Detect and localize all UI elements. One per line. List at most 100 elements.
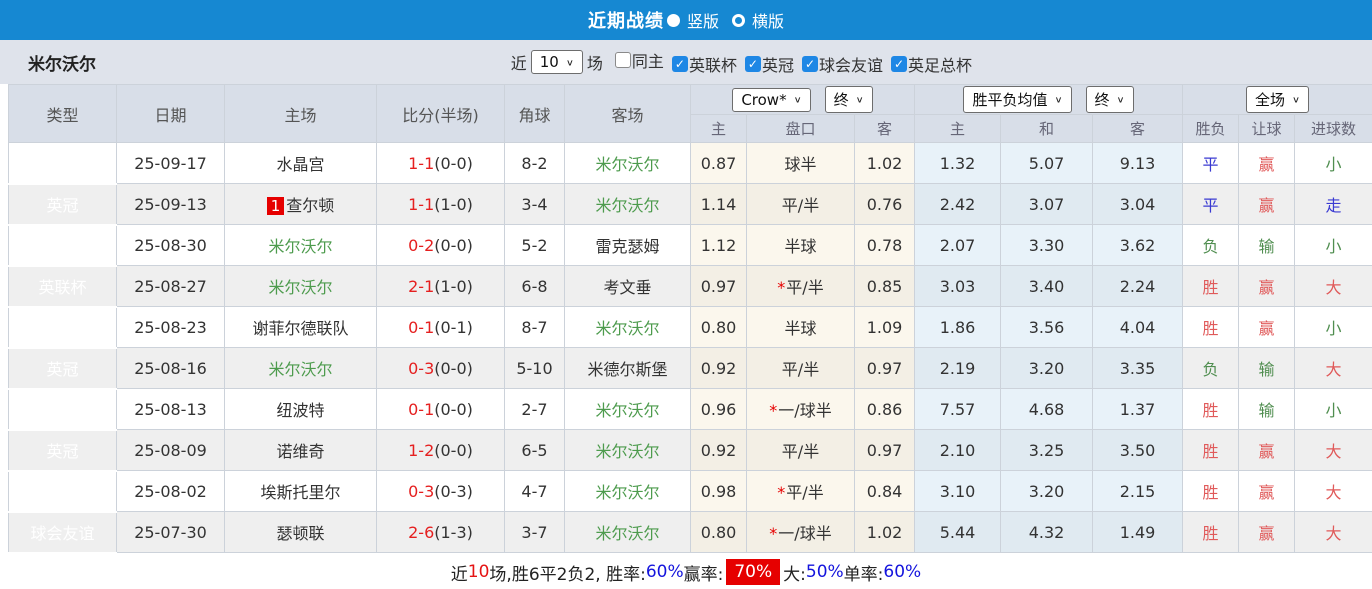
chevron-down-icon: ∨ <box>1292 94 1301 105</box>
footer-stat-segment: 大: <box>783 564 806 585</box>
filter-checkbox-label[interactable]: 英联杯 <box>689 52 737 76</box>
handicap-line-text: 一/球半 <box>778 524 832 543</box>
checkbox-checked-icon[interactable]: ✓ <box>801 56 818 72</box>
corner-score: 5-2 <box>504 224 565 266</box>
chevron-down-icon: ∨ <box>793 94 802 105</box>
avg-source-select[interactable]: 胜平负均值 ∨ <box>963 86 1072 113</box>
result-handicap: 赢 <box>1238 306 1296 348</box>
odds-away: 3.04 <box>1092 183 1184 225</box>
match-row: 英联杯 25-09-17 水晶宫 1-1(0-0) 8-2 米尔沃尔 0.87 球半 1.02 1… <box>8 142 1372 185</box>
avg-source-value: 胜平负均值 <box>972 91 1048 109</box>
result-outcome: 胜 <box>1182 470 1240 512</box>
home-team-name: 米尔沃尔 <box>268 360 333 379</box>
result-handicap: 赢 <box>1238 511 1296 553</box>
home-team: 纽波特 <box>224 388 377 430</box>
horizontal-layout-radio[interactable] <box>732 13 745 27</box>
filter-bar: 米尔沃尔 近 10 ∨ 场 同主 ✓ 英联杯 ✓ 英冠 ✓ 球会友谊 ✓ 英足总杯 <box>0 40 1372 84</box>
sub-header-goals-result: 进球数 <box>1294 114 1372 143</box>
odds-draw: 3.40 <box>1000 265 1094 307</box>
away-team-name: 米德尔斯堡 <box>587 360 668 379</box>
halftime-score: (0-1) <box>434 317 473 337</box>
away-team-name: 米尔沃尔 <box>595 196 660 215</box>
chevron-down-icon: ∨ <box>1054 94 1063 105</box>
home-team: 米尔沃尔 <box>224 224 377 266</box>
result-outcome: 胜 <box>1182 511 1240 553</box>
fulltime-score: 2-1 <box>408 276 435 296</box>
odds-source-select[interactable]: Crow* ∨ <box>732 87 811 112</box>
handicap-line: 平/半 <box>746 347 855 389</box>
match-count-value: 10 <box>539 53 559 71</box>
home-team: 瑟顿联 <box>224 511 377 553</box>
home-team: 诺维奇 <box>224 429 377 471</box>
filter-checkbox-label[interactable]: 英足总杯 <box>908 52 972 76</box>
corner-score: 6-5 <box>504 429 565 471</box>
odds-away: 1.49 <box>1092 511 1184 553</box>
halftime-score: (1-3) <box>434 522 473 542</box>
sub-header-handicap-away: 客 <box>853 114 916 143</box>
odds-home: 2.07 <box>914 224 1002 266</box>
away-team: 米尔沃尔 <box>564 429 691 471</box>
checkbox-checked-icon[interactable]: ✓ <box>890 56 907 72</box>
away-team: 米尔沃尔 <box>564 306 691 348</box>
match-row: 英冠 25-09-13 1 查尔顿 1-1(1-0) 3-4 米尔沃尔 1.14 平/半 0.76… <box>8 183 1372 226</box>
filter-checkbox-label[interactable]: 球会友谊 <box>819 52 883 76</box>
away-team-name: 米尔沃尔 <box>595 483 660 502</box>
match-row: 英冠 25-08-09 诺维奇 1-2(0-0) 6-5 米尔沃尔 0.92 平/半 0.97 2… <box>8 429 1372 472</box>
filter-checkbox-label[interactable]: 同主 <box>632 48 664 72</box>
scope-select[interactable]: 全场 ∨ <box>1246 86 1310 113</box>
filter-checkbox-item: 同主 <box>614 48 664 72</box>
handicap-away-odds: 0.84 <box>853 470 916 512</box>
topbar: 近期战绩 竖版 横版 <box>0 0 1372 40</box>
result-goals: 大 <box>1294 429 1372 471</box>
away-team: 雷克瑟姆 <box>564 224 691 266</box>
score-cell: 2-1(1-0) <box>376 265 505 307</box>
odds-draw: 4.68 <box>1000 388 1094 430</box>
odds-time-value: 终 <box>833 91 849 109</box>
vertical-layout-label[interactable]: 竖版 <box>687 8 719 32</box>
result-goals: 大 <box>1294 265 1372 307</box>
checkbox-checked-icon[interactable]: ✓ <box>671 56 688 72</box>
avg-time-select[interactable]: 终 ∨ <box>1085 86 1134 113</box>
result-goals: 走 <box>1294 183 1372 225</box>
handicap-line: 平/半 <box>746 429 855 471</box>
score-cell: 1-1(0-0) <box>376 142 505 184</box>
checkbox-checked-icon[interactable]: ✓ <box>744 56 761 72</box>
match-count-select[interactable]: 10 ∨ <box>530 50 583 74</box>
competition-badge: 英冠 <box>8 306 117 349</box>
handicap-line-text: 平/半 <box>781 196 820 215</box>
away-team: 米尔沃尔 <box>564 470 691 512</box>
score-cell: 0-2(0-0) <box>376 224 505 266</box>
filter-controls: 近 10 ∨ 场 同主 ✓ 英联杯 ✓ 英冠 ✓ 球会友谊 ✓ 英足总杯 <box>511 48 972 76</box>
away-team-name: 米尔沃尔 <box>595 401 660 420</box>
odds-draw: 3.30 <box>1000 224 1094 266</box>
handicap-line-text: 球半 <box>784 155 817 174</box>
match-date: 25-08-27 <box>116 265 225 307</box>
odds-time-select[interactable]: 终 ∨ <box>824 86 873 113</box>
away-team: 米尔沃尔 <box>564 388 691 430</box>
odds-draw: 3.25 <box>1000 429 1094 471</box>
vertical-layout-radio[interactable] <box>666 13 680 27</box>
home-team-name: 埃斯托里尔 <box>260 483 341 502</box>
chevron-down-icon: ∨ <box>855 94 864 105</box>
chevron-down-icon: ∨ <box>565 56 574 68</box>
handicap-line: 半球 <box>746 306 855 348</box>
away-team-name: 米尔沃尔 <box>595 319 660 338</box>
checkbox-unchecked-icon[interactable] <box>614 52 631 68</box>
odds-away: 3.50 <box>1092 429 1184 471</box>
handicap-line-text: 一/球半 <box>778 401 832 420</box>
match-date: 25-09-17 <box>116 142 225 184</box>
horizontal-layout-label[interactable]: 横版 <box>752 8 784 32</box>
handicap-line-text: 平/半 <box>786 278 824 297</box>
match-row: 球会友谊 25-08-02 埃斯托里尔 0-3(0-3) 4-7 米尔沃尔 0.98 *平/半… <box>8 470 1372 513</box>
match-row: 英冠 25-08-23 谢菲尔德联队 0-1(0-1) 8-7 米尔沃尔 0.80 半球 1.0… <box>8 306 1372 349</box>
score-cell: 1-2(0-0) <box>376 429 505 471</box>
result-outcome: 负 <box>1182 347 1240 389</box>
handicap-line: *一/球半 <box>746 511 855 553</box>
odds-home: 1.32 <box>914 142 1002 184</box>
handicap-line: 半球 <box>746 224 855 266</box>
match-row: 英冠 25-08-16 米尔沃尔 0-3(0-0) 5-10 米德尔斯堡 0.92 平/半 0.… <box>8 347 1372 390</box>
fulltime-score: 0-3 <box>408 358 435 378</box>
filter-checkbox-label[interactable]: 英冠 <box>762 52 794 76</box>
matches-label: 场 <box>586 54 603 73</box>
odds-draw: 3.07 <box>1000 183 1094 225</box>
